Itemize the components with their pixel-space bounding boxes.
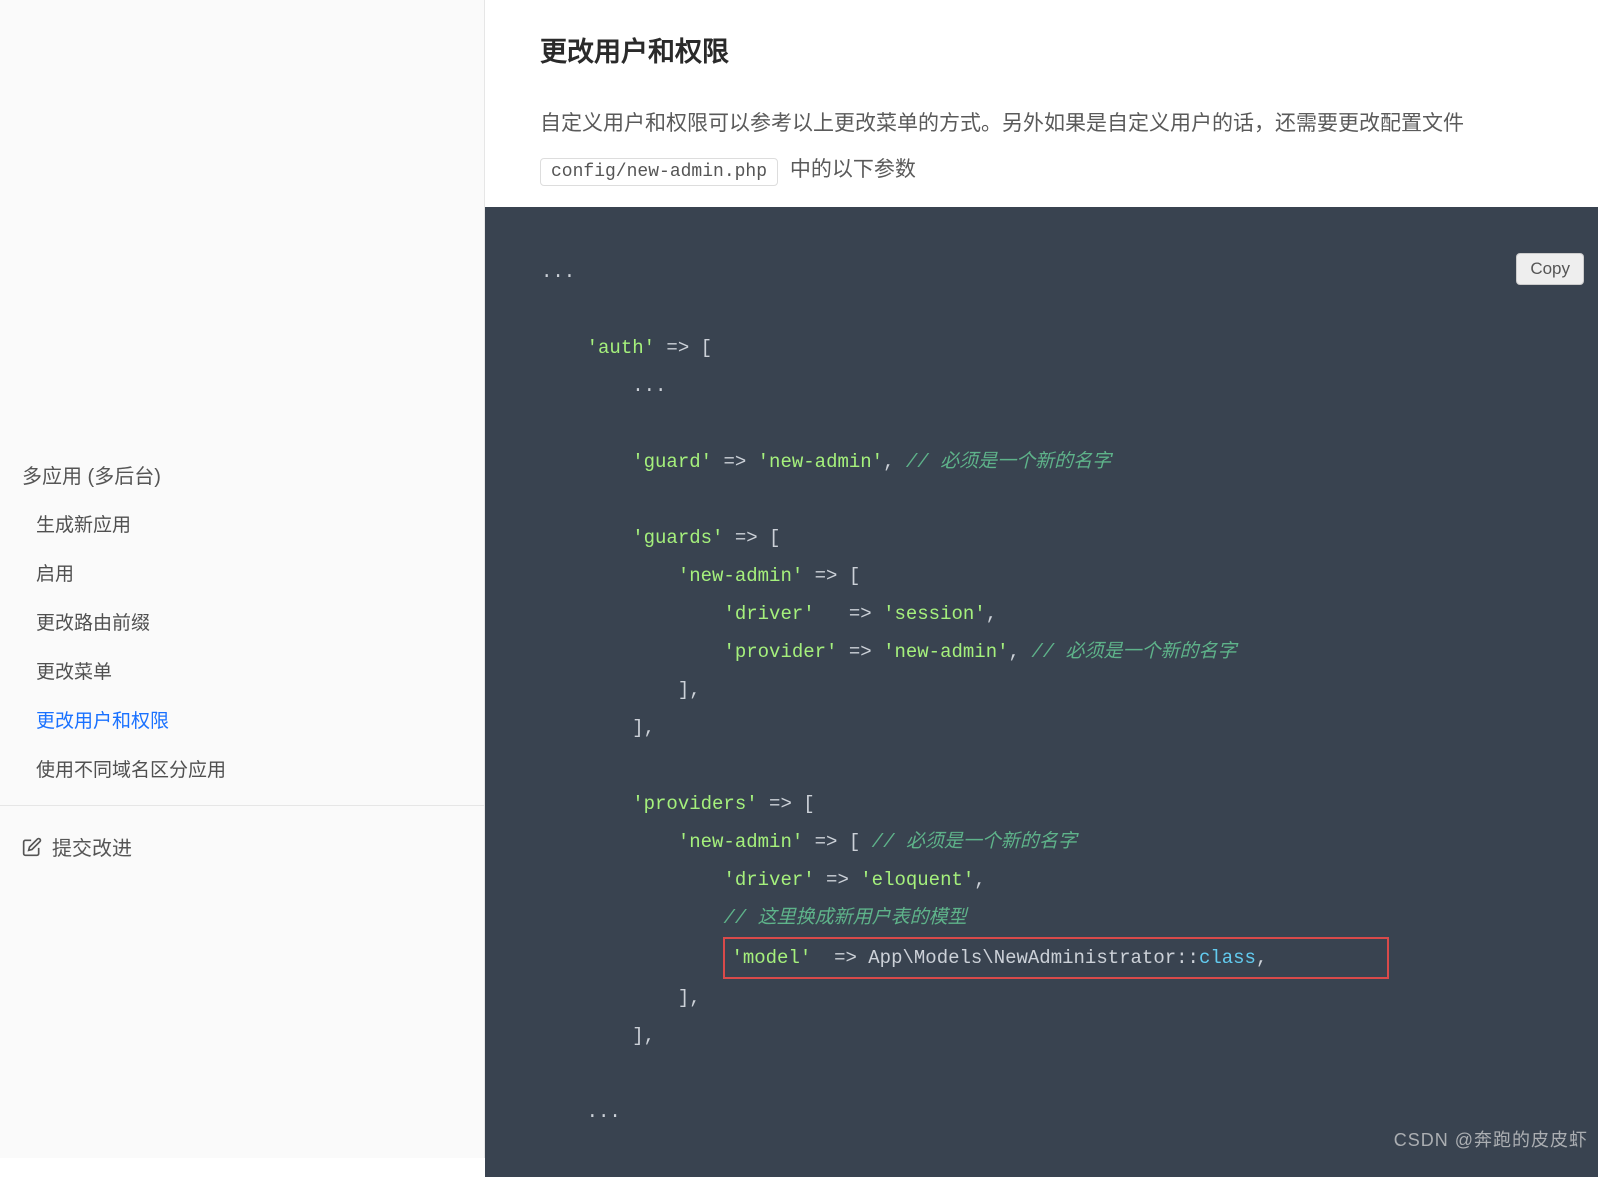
desc-text-2: 中的以下参数 — [790, 158, 916, 181]
code-content: ... 'auth' => [ ... 'guard' => 'new-admi… — [541, 253, 1542, 1131]
sidebar-item-enable[interactable]: 启用 — [0, 548, 484, 597]
sidebar-group: 多应用 (多后台) 生成新应用 启用 更改路由前缀 更改菜单 更改用户和权限 使… — [0, 450, 484, 806]
submit-improvement-label: 提交改进 — [52, 832, 132, 861]
config-file-code: config/new-admin.php — [540, 158, 778, 186]
sidebar-item-domain[interactable]: 使用不同域名区分应用 — [0, 744, 484, 793]
sidebar-item-generate-app[interactable]: 生成新应用 — [0, 499, 484, 548]
highlighted-line: 'model' => App\Models\NewAdministrator::… — [723, 937, 1389, 979]
sidebar-item-menu[interactable]: 更改菜单 — [0, 646, 484, 695]
sidebar: 多应用 (多后台) 生成新应用 启用 更改路由前缀 更改菜单 更改用户和权限 使… — [0, 0, 485, 1158]
code-block: Copy ... 'auth' => [ ... 'guard' => 'new… — [485, 207, 1598, 1177]
main-content: 更改用户和权限 自定义用户和权限可以参考以上更改菜单的方式。另外如果是自定义用户… — [485, 0, 1598, 1177]
sidebar-section-title: 多应用 (多后台) — [0, 450, 484, 499]
sidebar-item-route-prefix[interactable]: 更改路由前缀 — [0, 597, 484, 646]
desc-text-1: 自定义用户和权限可以参考以上更改菜单的方式。另外如果是自定义用户的话，还需要更改… — [540, 112, 1464, 135]
page-title: 更改用户和权限 — [540, 30, 1543, 69]
description-paragraph: 自定义用户和权限可以参考以上更改菜单的方式。另外如果是自定义用户的话，还需要更改… — [540, 101, 1543, 193]
submit-improvement-link[interactable]: 提交改进 — [0, 822, 484, 871]
copy-button[interactable]: Copy — [1516, 253, 1584, 285]
sidebar-item-user-permissions[interactable]: 更改用户和权限 — [0, 695, 484, 744]
edit-icon — [22, 837, 42, 857]
watermark: CSDN @奔跑的皮皮虾 — [1394, 1126, 1588, 1152]
